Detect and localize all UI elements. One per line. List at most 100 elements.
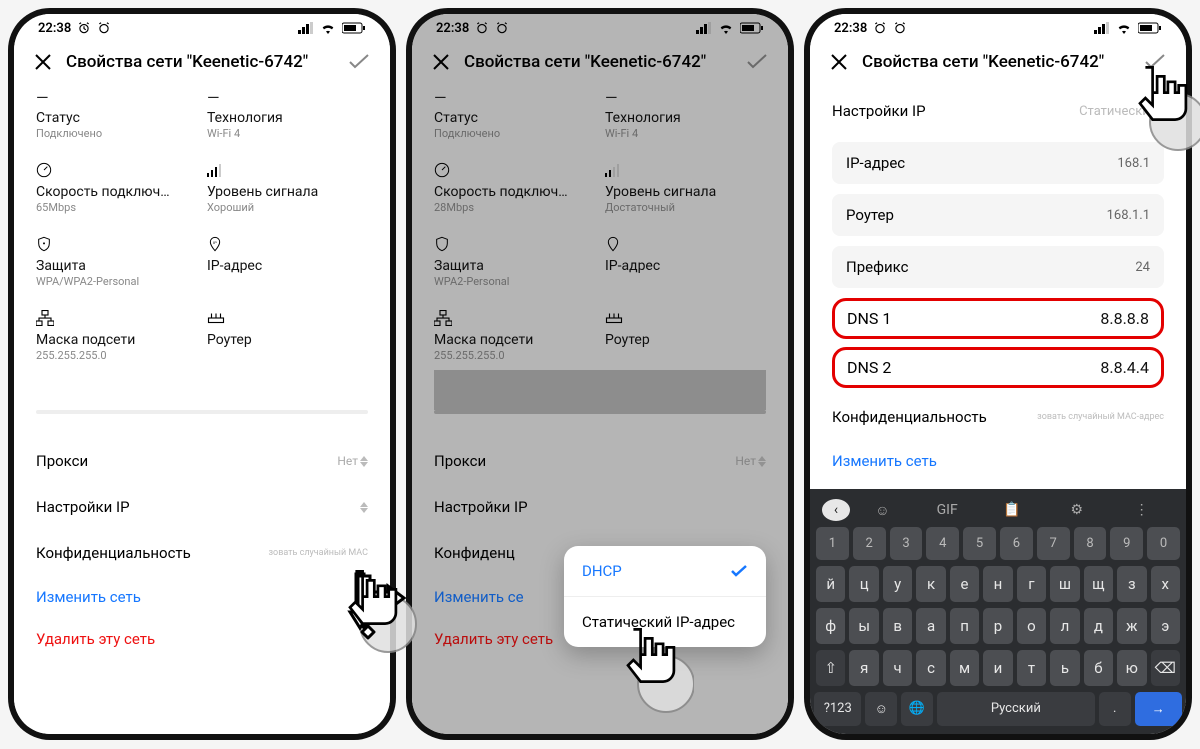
bars-icon	[605, 163, 621, 177]
divider	[36, 410, 368, 414]
kb-row-2: фывапролджэ	[816, 608, 1180, 644]
kb-dot-key[interactable]: .	[1099, 692, 1131, 726]
keyboard[interactable]: ‹ ☺ GIF 📋 ⚙ ⋮ 1234567890 йцукенгшщзх фыв…	[810, 489, 1186, 734]
kb-key-в[interactable]: в	[883, 608, 912, 644]
check-icon[interactable]	[746, 53, 768, 71]
kb-key-щ[interactable]: щ	[1084, 566, 1113, 602]
change-network-link[interactable]: Изменить сеть	[832, 448, 1164, 478]
kb-key-6[interactable]: 6	[1000, 527, 1033, 560]
kb-key-н[interactable]: н	[983, 566, 1012, 602]
kb-enter-key[interactable]: →	[1135, 692, 1182, 726]
kb-key-2[interactable]: 2	[853, 527, 886, 560]
kb-more-icon[interactable]: ⋮	[1109, 502, 1174, 518]
speed-cell: Скорость подключ…28Mbps	[434, 158, 595, 222]
kb-back-icon[interactable]: ‹	[822, 499, 850, 521]
kb-key-5[interactable]: 5	[963, 527, 996, 560]
kb-space-key[interactable]: Русский	[937, 692, 1095, 726]
kb-key-р[interactable]: р	[983, 608, 1012, 644]
kb-key-ш[interactable]: ш	[1050, 566, 1079, 602]
kb-key-е[interactable]: е	[950, 566, 979, 602]
speed-cell: Скорость подключ… 65Mbps	[36, 158, 197, 222]
kb-key-а[interactable]: а	[916, 608, 945, 644]
page-title: Свойства сети "Keenetic-6742"	[862, 52, 1130, 72]
kb-key-ю[interactable]: ю	[1117, 650, 1146, 686]
kb-key-э[interactable]: э	[1151, 608, 1180, 644]
alarm2-icon	[893, 21, 907, 35]
dns1-highlight: DNS 1 8.8.8.8	[832, 298, 1164, 339]
delete-network-link[interactable]: Удалить эту сеть	[36, 618, 368, 660]
dns2-highlight: DNS 2 8.8.4.4	[832, 347, 1164, 388]
kb-key-с[interactable]: с	[916, 650, 945, 686]
tech-cell: —ТехнологияWi-Fi 4	[605, 84, 766, 148]
kb-key-ч[interactable]: ч	[883, 650, 912, 686]
kb-key-4[interactable]: 4	[926, 527, 959, 560]
kb-globe-key[interactable]: 🌐	[901, 692, 933, 726]
prefix-field[interactable]: Префикс 24	[832, 246, 1164, 288]
kb-clipboard-icon[interactable]: 📋	[980, 502, 1045, 518]
kb-backspace-key[interactable]: ⌫	[1151, 650, 1180, 686]
kb-key-ж[interactable]: ж	[1117, 608, 1146, 644]
dns1-field[interactable]: DNS 1 8.8.8.8	[847, 309, 1149, 328]
phone-3: 22:38 Свойства сети "Keenetic-6742" Наст…	[804, 8, 1192, 740]
kb-key-х[interactable]: х	[1151, 566, 1180, 602]
proxy-row[interactable]: ПроксиНет	[434, 438, 766, 484]
kb-key-й[interactable]: й	[816, 566, 845, 602]
close-icon[interactable]	[830, 53, 848, 71]
kb-key-к[interactable]: к	[916, 566, 945, 602]
status-time: 22:38	[38, 21, 71, 36]
kb-key-б[interactable]: б	[1084, 650, 1113, 686]
kb-key-м[interactable]: м	[950, 650, 979, 686]
wifi-icon	[320, 22, 336, 34]
kb-shift-key[interactable]: ⇧	[816, 650, 845, 686]
signal-icon	[696, 22, 712, 34]
router-field[interactable]: Роутер 168.1.1	[832, 194, 1164, 236]
kb-key-л[interactable]: л	[1050, 608, 1079, 644]
privacy-row[interactable]: Конфиденциальность зовать случайный MAC-…	[832, 396, 1164, 438]
kb-key-ц[interactable]: ц	[849, 566, 878, 602]
kb-key-0[interactable]: 0	[1147, 527, 1180, 560]
check-icon[interactable]	[1144, 53, 1166, 71]
pin-icon	[605, 236, 621, 252]
kb-settings-icon[interactable]: ⚙	[1044, 502, 1109, 518]
dns2-field[interactable]: DNS 2 8.8.4.4	[847, 358, 1149, 377]
kb-key-1[interactable]: 1	[816, 527, 849, 560]
alarm2-icon	[495, 21, 509, 35]
router-icon	[207, 311, 225, 325]
close-icon[interactable]	[34, 53, 52, 71]
kb-mode-key[interactable]: ?123	[814, 692, 861, 726]
kb-key-ф[interactable]: ф	[816, 608, 845, 644]
ip-address-field[interactable]: IP-адрес 168.1	[832, 142, 1164, 184]
kb-key-ь[interactable]: ь	[1050, 650, 1079, 686]
header: Свойства сети "Keenetic-6742"	[412, 42, 788, 78]
ip-settings-row[interactable]: Настройки IP Статический I	[832, 90, 1164, 132]
privacy-row[interactable]: Конфиденциальность зовать случайный MAC	[36, 530, 368, 576]
kb-key-ы[interactable]: ы	[849, 608, 878, 644]
popup-option-static[interactable]: Статический IP-адрес	[564, 596, 766, 647]
kb-key-о[interactable]: о	[1017, 608, 1046, 644]
popup-option-dhcp[interactable]: DHCP	[564, 546, 766, 596]
security-cell: ЗащитаWPA2-Personal	[434, 232, 595, 296]
router-icon	[605, 311, 623, 325]
ip-settings-row[interactable]: Настройки IP	[434, 484, 766, 530]
kb-key-7[interactable]: 7	[1037, 527, 1070, 560]
kb-gif-icon[interactable]: GIF	[915, 502, 980, 518]
kb-key-8[interactable]: 8	[1074, 527, 1107, 560]
change-network-link[interactable]: Изменить сеть	[36, 576, 368, 618]
kb-key-я[interactable]: я	[849, 650, 878, 686]
proxy-row[interactable]: Прокси Нет	[36, 438, 368, 484]
kb-key-и[interactable]: и	[983, 650, 1012, 686]
kb-key-3[interactable]: 3	[890, 527, 923, 560]
kb-key-у[interactable]: у	[883, 566, 912, 602]
kb-key-9[interactable]: 9	[1110, 527, 1143, 560]
kb-key-п[interactable]: п	[950, 608, 979, 644]
close-icon[interactable]	[432, 53, 450, 71]
svg-text:IP: IP	[213, 240, 217, 245]
ip-settings-row[interactable]: Настройки IP DHCP	[36, 484, 368, 530]
kb-sticker-icon[interactable]: ☺	[850, 502, 915, 519]
kb-key-з[interactable]: з	[1117, 566, 1146, 602]
kb-emoji-key[interactable]: ☺	[865, 692, 897, 726]
kb-key-д[interactable]: д	[1084, 608, 1113, 644]
kb-key-г[interactable]: г	[1017, 566, 1046, 602]
check-icon[interactable]	[348, 53, 370, 71]
kb-key-т[interactable]: т	[1017, 650, 1046, 686]
